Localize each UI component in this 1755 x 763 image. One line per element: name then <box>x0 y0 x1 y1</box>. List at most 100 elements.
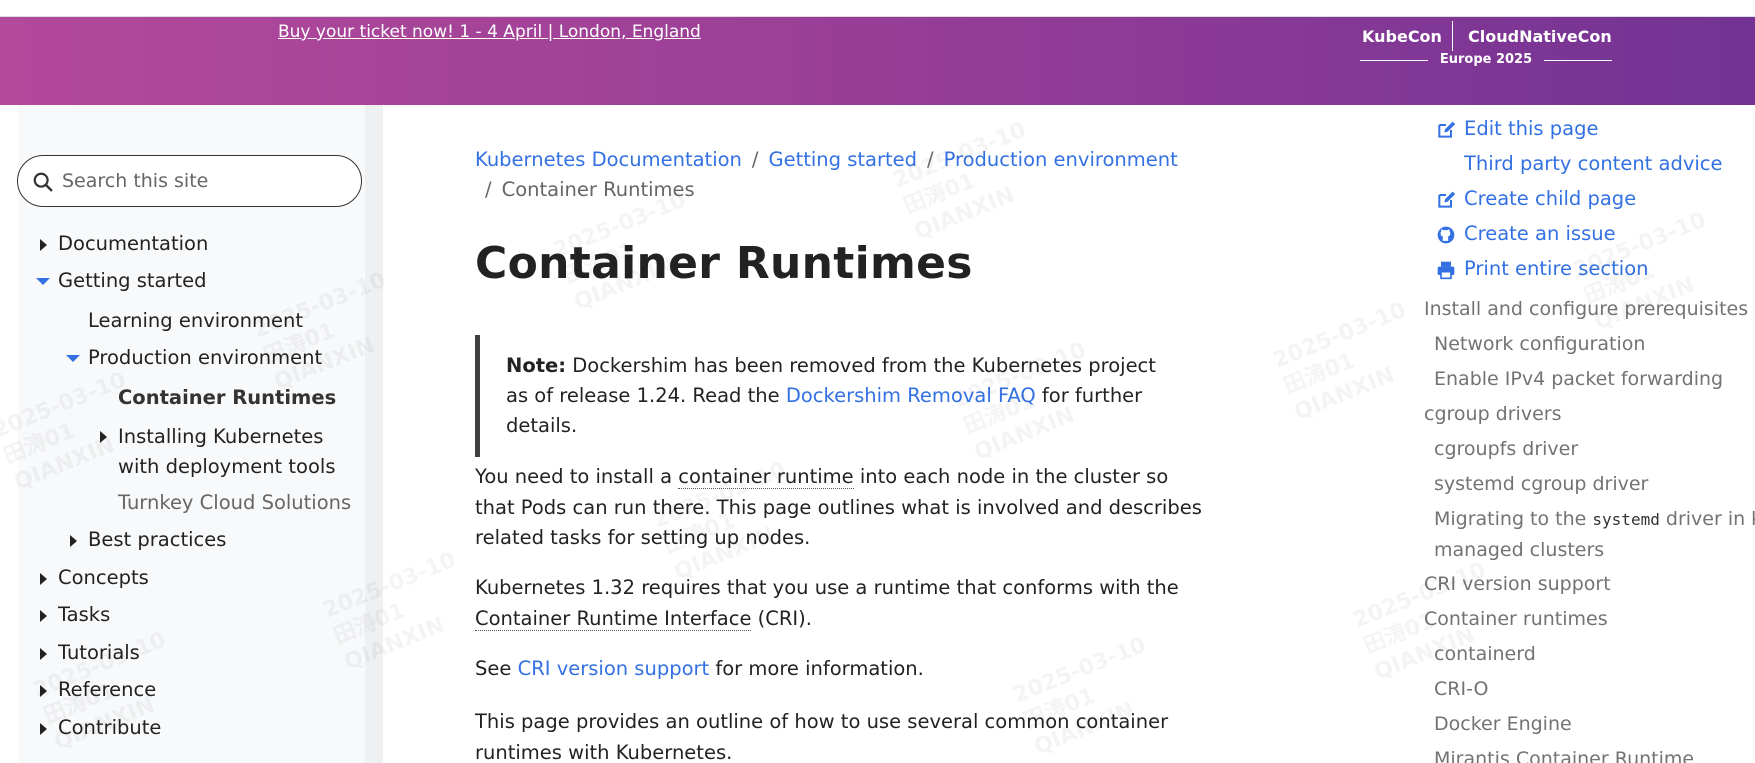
breadcrumb-current: Container Runtimes <box>501 178 695 201</box>
glossary-cri[interactable]: Container Runtime Interface <box>475 606 752 631</box>
toc-item-migrating[interactable]: Migrating to the systemd driver in kubea… <box>1434 508 1755 530</box>
sidebar-item-contribute[interactable]: Contribute <box>40 716 161 739</box>
breadcrumb-separator: / <box>485 178 492 201</box>
create-issue-link[interactable]: Create an issue <box>1436 222 1616 245</box>
sidebar-item-getting-started[interactable]: Getting started <box>36 269 207 292</box>
edit-page-link[interactable]: Edit this page <box>1436 117 1598 140</box>
breadcrumb-link[interactable]: Getting started <box>768 148 917 171</box>
page-title: Container Runtimes <box>475 238 973 289</box>
create-issue-label: Create an issue <box>1464 222 1616 245</box>
toc-item[interactable]: Container runtimes <box>1424 608 1608 630</box>
left-sidebar: Documentation Getting started Learning e… <box>17 105 383 763</box>
paragraph-intro: You need to install a container runtime … <box>475 462 1205 554</box>
toc-item[interactable]: Install and configure prerequisites <box>1424 298 1748 320</box>
sidebar-item-best-practices[interactable]: Best practices <box>70 528 226 551</box>
caret-right-icon <box>40 685 47 697</box>
caret-right-icon <box>40 573 47 585</box>
search-icon <box>33 172 53 192</box>
caret-right-icon <box>100 431 107 443</box>
browser-top-strip <box>0 0 1755 17</box>
dockershim-faq-link[interactable]: Dockershim Removal FAQ <box>786 384 1036 407</box>
toc-item[interactable]: Enable IPv4 packet forwarding <box>1434 368 1723 390</box>
watermark: 2025-03-10 田涛01 QIANXIN <box>1269 297 1431 428</box>
edit-icon <box>1438 191 1456 208</box>
paragraph-text: (CRI). <box>751 606 812 630</box>
sidebar-item-label: Installing Kubernetes <box>118 425 324 448</box>
create-child-page-link[interactable]: Create child page <box>1436 187 1636 210</box>
toc-item[interactable]: cgroup drivers <box>1424 403 1561 425</box>
sidebar-item-tasks[interactable]: Tasks <box>40 603 110 626</box>
breadcrumb-link[interactable]: Kubernetes Documentation <box>475 148 742 171</box>
toc-item[interactable]: managed clusters <box>1434 539 1604 561</box>
toc-item[interactable]: Docker Engine <box>1434 713 1572 735</box>
caret-right-icon <box>40 723 47 735</box>
kubecon-logo-sub: Europe 2025 <box>1358 52 1614 67</box>
third-party-advice-link[interactable]: Third party content advice <box>1464 152 1723 175</box>
print-section-link[interactable]: Print entire section <box>1436 257 1649 280</box>
sidebar-item-label: Container Runtimes <box>118 386 337 409</box>
paragraph-outline: This page provides an outline of how to … <box>475 710 1169 763</box>
breadcrumb-separator: / <box>751 148 759 171</box>
caret-right-icon <box>70 535 77 547</box>
sidebar-item-tutorials[interactable]: Tutorials <box>40 641 140 664</box>
toc-item[interactable]: Network configuration <box>1434 333 1645 355</box>
create-child-page-label: Create child page <box>1464 187 1637 210</box>
toc-item[interactable]: systemd cgroup driver <box>1434 473 1648 495</box>
sidebar-item-label: Production environment <box>88 346 323 369</box>
paragraph-cri: Kubernetes 1.32 requires that you use a … <box>475 573 1205 634</box>
sidebar-item-label: Turnkey Cloud Solutions <box>118 491 352 514</box>
sidebar-item-label: Tutorials <box>58 641 140 664</box>
toc-item-text: Migrating to the <box>1434 508 1593 530</box>
sidebar-item-label: Concepts <box>58 566 149 589</box>
toc-item[interactable]: CRI version support <box>1424 573 1611 595</box>
print-section-label: Print entire section <box>1464 257 1649 280</box>
breadcrumb-separator: / <box>927 148 934 171</box>
banner-ticket-link[interactable]: Buy your ticket now! 1 - 4 April | Londo… <box>278 22 701 42</box>
sidebar-item-learning-environment[interactable]: Learning environment <box>88 309 303 332</box>
breadcrumb-link[interactable]: Production environment <box>944 148 1178 171</box>
sidebar-item-installing-kubernetes[interactable]: Installing Kubernetes with deployment to… <box>100 422 336 482</box>
sidebar-item-reference[interactable]: Reference <box>40 678 156 701</box>
sidebar-item-label: Learning environment <box>88 309 304 332</box>
sidebar-item-container-runtimes[interactable]: Container Runtimes <box>118 386 336 409</box>
sidebar-item-label: with deployment tools <box>118 455 336 478</box>
sidebar-item-production-environment[interactable]: Production environment <box>66 346 322 369</box>
print-icon <box>1437 261 1455 280</box>
toc-item[interactable]: cgroupfs driver <box>1434 438 1578 460</box>
toc-item[interactable]: CRI-O <box>1434 678 1488 700</box>
paragraph-text: Kubernetes 1.32 requires that you use a … <box>475 576 1179 599</box>
third-party-advice-label: Third party content advice <box>1464 152 1723 175</box>
edit-page-label: Edit this page <box>1464 117 1599 140</box>
caret-right-icon <box>40 239 47 251</box>
breadcrumb: Kubernetes Documentation / Getting started… <box>475 145 1195 205</box>
kubecon-logo-right: CloudNativeCon <box>1468 27 1612 46</box>
caret-down-icon <box>66 355 80 362</box>
paragraph-text: for more information. <box>709 657 924 680</box>
sidebar-item-label: Tasks <box>58 603 111 626</box>
cri-version-support-link[interactable]: CRI version support <box>518 657 710 680</box>
search-input[interactable] <box>62 164 342 198</box>
caret-down-icon <box>36 278 50 285</box>
sidebar-item-turnkey-cloud[interactable]: Turnkey Cloud Solutions <box>118 491 351 514</box>
sidebar-item-label: Contribute <box>58 716 162 739</box>
toc-item[interactable]: Mirantis Container Runtime <box>1434 748 1694 763</box>
toc-item-code: systemd <box>1592 510 1660 529</box>
sidebar-item-concepts[interactable]: Concepts <box>40 566 149 589</box>
sidebar-item-label: Documentation <box>58 232 209 255</box>
glossary-container-runtime[interactable]: container runtime <box>678 465 854 489</box>
caret-right-icon <box>40 648 47 660</box>
toc-item-text: driver in kubeadm <box>1665 508 1755 530</box>
sidebar-item-label: Reference <box>58 678 157 701</box>
paragraph-see-cri: See CRI version support for more informa… <box>475 654 1205 685</box>
kubecon-logo-divider <box>1452 21 1453 51</box>
paragraph-text: See <box>475 657 518 680</box>
announcement-banner: Buy your ticket now! 1 - 4 April | Londo… <box>0 17 1755 105</box>
search-box[interactable] <box>17 155 362 207</box>
kubecon-logo[interactable]: KubeCon CloudNativeCon Europe 2025 <box>1358 19 1614 69</box>
toc-item[interactable]: containerd <box>1434 643 1536 665</box>
sidebar-item-label: Getting started <box>58 269 207 292</box>
edit-icon <box>1438 121 1456 138</box>
kubecon-logo-left: KubeCon <box>1362 27 1442 46</box>
sidebar-item-documentation[interactable]: Documentation <box>40 232 208 255</box>
sidebar-item-label: Best practices <box>88 528 227 551</box>
